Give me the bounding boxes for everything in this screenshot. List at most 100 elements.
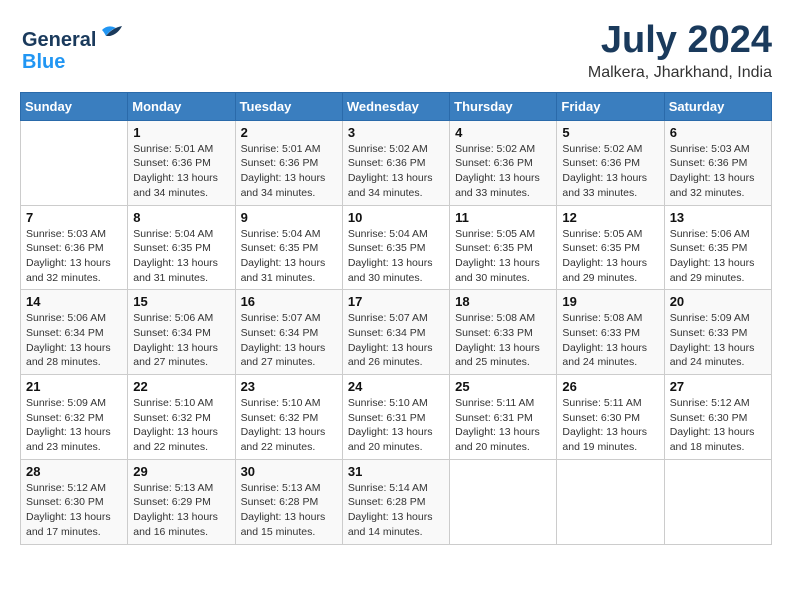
- calendar-cell: 30 Sunrise: 5:13 AM Sunset: 6:28 PM Dayli…: [235, 459, 342, 544]
- day-info: Sunrise: 5:08 AM Sunset: 6:33 PM Dayligh…: [562, 311, 658, 370]
- day-info: Sunrise: 5:11 AM Sunset: 6:31 PM Dayligh…: [455, 396, 551, 455]
- day-info: Sunrise: 5:10 AM Sunset: 6:32 PM Dayligh…: [241, 396, 337, 455]
- header-friday: Friday: [557, 92, 664, 120]
- day-info: Sunrise: 5:07 AM Sunset: 6:34 PM Dayligh…: [348, 311, 444, 370]
- calendar-cell: 3 Sunrise: 5:02 AM Sunset: 6:36 PM Daylig…: [342, 120, 449, 205]
- day-info: Sunrise: 5:04 AM Sunset: 6:35 PM Dayligh…: [133, 227, 229, 286]
- day-number: 20: [670, 294, 766, 309]
- day-number: 31: [348, 464, 444, 479]
- day-info: Sunrise: 5:12 AM Sunset: 6:30 PM Dayligh…: [670, 396, 766, 455]
- day-number: 3: [348, 125, 444, 140]
- calendar-cell: 28 Sunrise: 5:12 AM Sunset: 6:30 PM Dayli…: [21, 459, 128, 544]
- calendar-week-2: 7Sunrise: 5:03 AM Sunset: 6:36 PM Daylig…: [21, 205, 772, 290]
- calendar-week-1: 1 Sunrise: 5:01 AM Sunset: 6:36 PM Daylig…: [21, 120, 772, 205]
- calendar-cell: [450, 459, 557, 544]
- day-info: Sunrise: 5:14 AM Sunset: 6:28 PM Dayligh…: [348, 481, 444, 540]
- day-number: 17: [348, 294, 444, 309]
- day-info: Sunrise: 5:10 AM Sunset: 6:31 PM Dayligh…: [348, 396, 444, 455]
- day-info: Sunrise: 5:09 AM Sunset: 6:32 PM Dayligh…: [26, 396, 122, 455]
- calendar-title: July 2024: [588, 20, 772, 62]
- day-number: 24: [348, 379, 444, 394]
- calendar-cell: 18 Sunrise: 5:08 AM Sunset: 6:33 PM Dayli…: [450, 290, 557, 375]
- calendar-cell: 22 Sunrise: 5:10 AM Sunset: 6:32 PM Dayli…: [128, 375, 235, 460]
- title-section: July 2024 Malkera, Jharkhand, India: [588, 20, 772, 82]
- calendar-cell: [557, 459, 664, 544]
- day-info: Sunrise: 5:13 AM Sunset: 6:29 PM Dayligh…: [133, 481, 229, 540]
- calendar-cell: 9 Sunrise: 5:04 AM Sunset: 6:35 PM Daylig…: [235, 205, 342, 290]
- calendar-cell: 1Sunrise: 5:01 AM Sunset: 6:36 PM Daylig…: [128, 120, 235, 205]
- day-number: 12: [562, 210, 658, 225]
- day-info: Sunrise: 5:07 AM Sunset: 6:34 PM Dayligh…: [241, 311, 337, 370]
- day-info: Sunrise: 5:05 AM Sunset: 6:35 PM Dayligh…: [562, 227, 658, 286]
- day-number: 4: [455, 125, 551, 140]
- calendar-cell: 2 Sunrise: 5:01 AM Sunset: 6:36 PM Daylig…: [235, 120, 342, 205]
- calendar-cell: 29 Sunrise: 5:13 AM Sunset: 6:29 PM Dayli…: [128, 459, 235, 544]
- day-info: Sunrise: 5:04 AM Sunset: 6:35 PM Dayligh…: [348, 227, 444, 286]
- calendar-cell: 10 Sunrise: 5:04 AM Sunset: 6:35 PM Dayli…: [342, 205, 449, 290]
- calendar-cell: 5 Sunrise: 5:02 AM Sunset: 6:36 PM Daylig…: [557, 120, 664, 205]
- page-header: General Blue July 2024 Malkera, Jharkhan…: [20, 20, 772, 82]
- day-info: Sunrise: 5:04 AM Sunset: 6:35 PM Dayligh…: [241, 227, 337, 286]
- day-number: 13: [670, 210, 766, 225]
- calendar-cell: 20 Sunrise: 5:09 AM Sunset: 6:33 PM Dayli…: [664, 290, 771, 375]
- calendar-cell: [664, 459, 771, 544]
- day-number: 18: [455, 294, 551, 309]
- day-info: Sunrise: 5:13 AM Sunset: 6:28 PM Dayligh…: [241, 481, 337, 540]
- day-number: 23: [241, 379, 337, 394]
- day-number: 10: [348, 210, 444, 225]
- svg-text:General: General: [22, 29, 96, 51]
- day-number: 21: [26, 379, 122, 394]
- day-info: Sunrise: 5:08 AM Sunset: 6:33 PM Dayligh…: [455, 311, 551, 370]
- day-number: 19: [562, 294, 658, 309]
- day-info: Sunrise: 5:02 AM Sunset: 6:36 PM Dayligh…: [455, 142, 551, 201]
- svg-text:Blue: Blue: [22, 51, 65, 73]
- day-info: Sunrise: 5:01 AM Sunset: 6:36 PM Dayligh…: [241, 142, 337, 201]
- day-info: Sunrise: 5:06 AM Sunset: 6:34 PM Dayligh…: [133, 311, 229, 370]
- calendar-cell: 16Sunrise: 5:07 AM Sunset: 6:34 PM Dayli…: [235, 290, 342, 375]
- day-info: Sunrise: 5:09 AM Sunset: 6:33 PM Dayligh…: [670, 311, 766, 370]
- calendar-cell: 4 Sunrise: 5:02 AM Sunset: 6:36 PM Daylig…: [450, 120, 557, 205]
- day-number: 29: [133, 464, 229, 479]
- header-tuesday: Tuesday: [235, 92, 342, 120]
- day-number: 8: [133, 210, 229, 225]
- day-info: Sunrise: 5:12 AM Sunset: 6:30 PM Dayligh…: [26, 481, 122, 540]
- calendar-week-4: 21 Sunrise: 5:09 AM Sunset: 6:32 PM Dayli…: [21, 375, 772, 460]
- day-info: Sunrise: 5:10 AM Sunset: 6:32 PM Dayligh…: [133, 396, 229, 455]
- day-info: Sunrise: 5:05 AM Sunset: 6:35 PM Dayligh…: [455, 227, 551, 286]
- day-info: Sunrise: 5:03 AM Sunset: 6:36 PM Dayligh…: [670, 142, 766, 201]
- calendar-cell: 31 Sunrise: 5:14 AM Sunset: 6:28 PM Dayli…: [342, 459, 449, 544]
- header-monday: Monday: [128, 92, 235, 120]
- header-sunday: Sunday: [21, 92, 128, 120]
- calendar-cell: [21, 120, 128, 205]
- day-info: Sunrise: 5:03 AM Sunset: 6:36 PM Dayligh…: [26, 227, 122, 286]
- day-number: 9: [241, 210, 337, 225]
- calendar-cell: 19 Sunrise: 5:08 AM Sunset: 6:33 PM Dayli…: [557, 290, 664, 375]
- calendar-cell: 8 Sunrise: 5:04 AM Sunset: 6:35 PM Daylig…: [128, 205, 235, 290]
- day-info: Sunrise: 5:02 AM Sunset: 6:36 PM Dayligh…: [348, 142, 444, 201]
- location-subtitle: Malkera, Jharkhand, India: [588, 64, 772, 82]
- day-info: Sunrise: 5:02 AM Sunset: 6:36 PM Dayligh…: [562, 142, 658, 201]
- day-number: 14: [26, 294, 122, 309]
- day-number: 27: [670, 379, 766, 394]
- day-info: Sunrise: 5:11 AM Sunset: 6:30 PM Dayligh…: [562, 396, 658, 455]
- calendar-cell: 14Sunrise: 5:06 AM Sunset: 6:34 PM Dayli…: [21, 290, 128, 375]
- day-number: 25: [455, 379, 551, 394]
- calendar-week-5: 28 Sunrise: 5:12 AM Sunset: 6:30 PM Dayli…: [21, 459, 772, 544]
- logo-svg: General Blue: [20, 20, 130, 75]
- day-number: 22: [133, 379, 229, 394]
- day-info: Sunrise: 5:06 AM Sunset: 6:35 PM Dayligh…: [670, 227, 766, 286]
- calendar-cell: 23 Sunrise: 5:10 AM Sunset: 6:32 PM Dayli…: [235, 375, 342, 460]
- calendar-cell: 27 Sunrise: 5:12 AM Sunset: 6:30 PM Dayli…: [664, 375, 771, 460]
- calendar-cell: 7Sunrise: 5:03 AM Sunset: 6:36 PM Daylig…: [21, 205, 128, 290]
- calendar-cell: 26 Sunrise: 5:11 AM Sunset: 6:30 PM Dayli…: [557, 375, 664, 460]
- day-number: 11: [455, 210, 551, 225]
- calendar-cell: 21 Sunrise: 5:09 AM Sunset: 6:32 PM Dayli…: [21, 375, 128, 460]
- day-number: 5: [562, 125, 658, 140]
- day-number: 28: [26, 464, 122, 479]
- day-number: 30: [241, 464, 337, 479]
- day-number: 1: [133, 125, 229, 140]
- logo: General Blue: [20, 20, 130, 75]
- day-number: 2: [241, 125, 337, 140]
- calendar-cell: 17 Sunrise: 5:07 AM Sunset: 6:34 PM Dayli…: [342, 290, 449, 375]
- day-number: 26: [562, 379, 658, 394]
